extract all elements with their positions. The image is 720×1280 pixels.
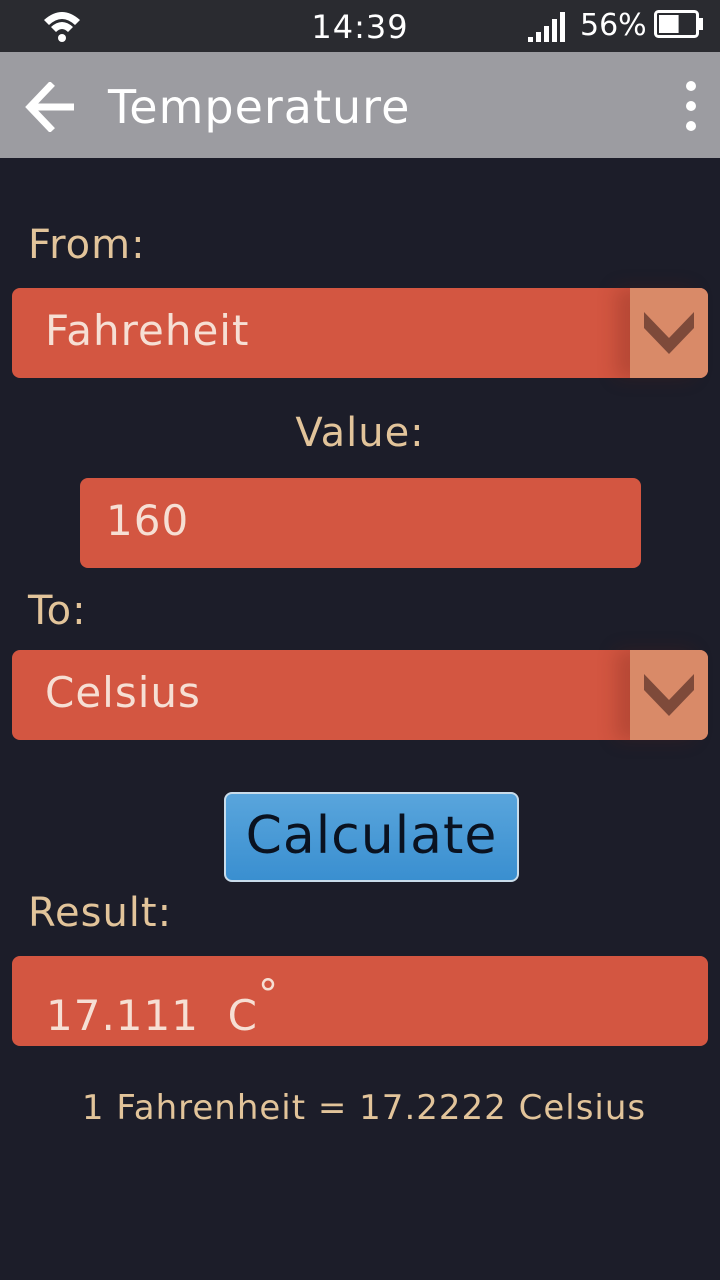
- battery-icon: [654, 10, 703, 38]
- from-label: From:: [28, 222, 146, 268]
- app-bar: Temperature: [0, 52, 720, 158]
- to-unit-value: Celsius: [45, 668, 201, 717]
- to-dropdown-arrow[interactable]: [630, 650, 708, 740]
- result-label: Result:: [28, 890, 173, 936]
- from-dropdown-arrow[interactable]: [630, 288, 708, 378]
- more-vert-icon[interactable]: [676, 80, 706, 132]
- conversion-info: 1 Fahrenheit = 17.2222 Celsius: [81, 1088, 647, 1128]
- result-number: 17.111 C: [46, 991, 258, 1040]
- degree-mark: °: [258, 972, 279, 1018]
- value-input-text: 160: [106, 496, 190, 545]
- chevron-down-icon: [644, 674, 694, 716]
- back-arrow-icon[interactable]: [24, 82, 76, 132]
- to-label: To:: [28, 588, 87, 634]
- battery-percent: 56%: [580, 8, 647, 43]
- status-bar: 14:39 56%: [0, 0, 720, 52]
- from-unit-value: Fahreheit: [45, 306, 250, 355]
- chevron-down-icon: [644, 312, 694, 354]
- page-title: Temperature: [108, 80, 411, 134]
- value-label: Value:: [295, 410, 425, 456]
- screen: 14:39 56% Temperature From: Fahreheit Va…: [0, 0, 720, 1280]
- calculate-button[interactable]: Calculate: [224, 792, 519, 882]
- result-field: 17.111 C°: [12, 956, 708, 1046]
- signal-icon: [528, 12, 565, 42]
- value-input[interactable]: 160: [80, 478, 641, 568]
- result-value: 17.111 C°: [46, 972, 279, 1040]
- to-unit-select[interactable]: Celsius: [12, 650, 708, 740]
- from-unit-select[interactable]: Fahreheit: [12, 288, 708, 378]
